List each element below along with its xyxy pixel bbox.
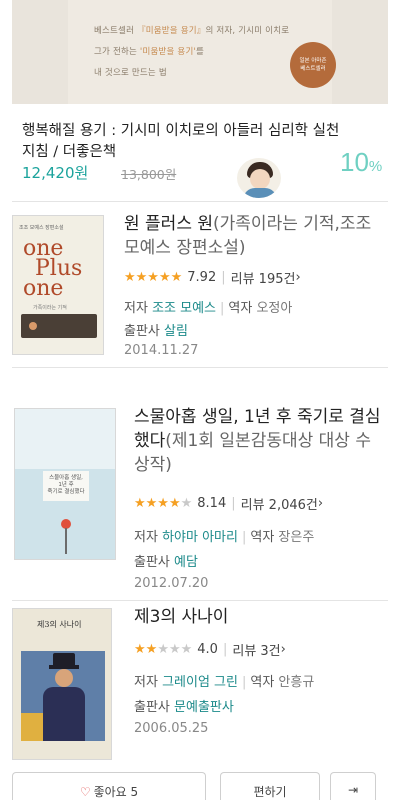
promo-banner[interactable]: 베스트셀러 『미움받을 용기』의 저자, 기시미 이치로 그가 전하는 '미움받… bbox=[12, 0, 388, 104]
publish-date: 2014.11.27 bbox=[124, 343, 199, 358]
book-title[interactable]: 원 플러스 원(가족이라는 기적,조조 모예스 장편소설) bbox=[124, 212, 386, 260]
promo-seal-badge: 일본 아마존 베스트셀러 bbox=[290, 42, 336, 88]
book-author-line: 저자 조조 모예스 | 역자 오정아 bbox=[124, 301, 293, 316]
chevron-right-icon: › bbox=[295, 270, 301, 285]
heart-icon: ♡ bbox=[79, 785, 91, 799]
rating-stars-icon: ★★★★★ bbox=[124, 270, 183, 285]
book-cover-twenty-nine-birthday[interactable]: 스물아홉 생일, 1년 후 죽기로 결심했다 bbox=[14, 408, 116, 560]
divider bbox=[12, 600, 388, 601]
publish-date: 2012.07.20 bbox=[134, 576, 209, 591]
promo-line-3: 내 것으로 만드는 법 bbox=[94, 68, 167, 78]
author-avatar bbox=[237, 158, 281, 198]
publisher-link[interactable]: 예담 bbox=[174, 555, 198, 570]
book-publisher-line: 출판사 문예출판사 bbox=[134, 700, 234, 715]
discount-percent: 10% bbox=[340, 147, 383, 177]
edit-button[interactable]: 편하기 bbox=[220, 772, 320, 800]
review-count-link[interactable]: 리뷰 2,046건 bbox=[241, 494, 318, 513]
author-link[interactable]: 그레이엄 그린 bbox=[162, 675, 238, 690]
book-title[interactable]: 스물아홉 생일, 1년 후 죽기로 결심했다(제1회 일본감동대상 대상 수상작… bbox=[134, 405, 386, 477]
action-bar: ♡ 좋아요 5 편하기 ⇥ bbox=[12, 772, 388, 800]
book-rating: ★★★★★ 7.92 | 리뷰 195건 › bbox=[124, 268, 301, 287]
divider bbox=[12, 201, 388, 202]
author-link[interactable]: 조조 모예스 bbox=[152, 301, 216, 316]
book-rating: ★★★★★ 8.14 | 리뷰 2,046건 › bbox=[134, 494, 324, 513]
review-count-link[interactable]: 리뷰 195건 bbox=[231, 268, 296, 287]
rating-stars-icon: ★★★★★ bbox=[134, 496, 193, 511]
deal-price: 12,420원 bbox=[22, 164, 89, 182]
promo-line-1: 베스트셀러 『미움받을 용기』의 저자, 기시미 이치로 bbox=[94, 26, 290, 36]
share-icon: ⇥ bbox=[347, 783, 359, 797]
deal-title[interactable]: 행복해질 용기 : 기시미 이치로의 아들러 심리학 실천 지침 / 더좋은책 bbox=[22, 121, 352, 163]
book-author-line: 저자 하야마 아마리 | 역자 장은주 bbox=[134, 530, 315, 545]
divider bbox=[12, 367, 388, 368]
author-link[interactable]: 하야마 아마리 bbox=[162, 530, 238, 545]
promo-line-2: 그가 전하는 '미움받을 용기'를 bbox=[94, 47, 205, 57]
deal-original-price: 13,800원 bbox=[121, 167, 177, 182]
rating-stars-icon: ★★★★★ bbox=[134, 642, 193, 657]
review-count-link[interactable]: 리뷰 3건 bbox=[232, 640, 280, 659]
book-cover-third-man[interactable]: 제3의 사나이 bbox=[12, 608, 112, 760]
publisher-link[interactable]: 문예출판사 bbox=[174, 700, 234, 715]
share-button[interactable]: ⇥ bbox=[330, 772, 376, 800]
chevron-right-icon: › bbox=[317, 496, 324, 511]
like-button[interactable]: ♡ 좋아요 5 bbox=[12, 772, 206, 800]
book-rating: ★★★★★ 4.0 | 리뷰 3건 › bbox=[134, 640, 286, 659]
publisher-link[interactable]: 살림 bbox=[164, 324, 188, 339]
book-title[interactable]: 제3의 사나이 bbox=[134, 605, 386, 629]
publish-date: 2006.05.25 bbox=[134, 721, 209, 736]
book-author-line: 저자 그레이엄 그린 | 역자 안흥규 bbox=[134, 675, 315, 690]
book-cover-one-plus-one[interactable]: 조조 모예스 장편소설 one Plus one 가족이라는 기적 bbox=[12, 215, 104, 355]
book-publisher-line: 출판사 살림 bbox=[124, 324, 188, 339]
chevron-right-icon: › bbox=[280, 642, 286, 657]
book-publisher-line: 출판사 예담 bbox=[134, 555, 198, 570]
